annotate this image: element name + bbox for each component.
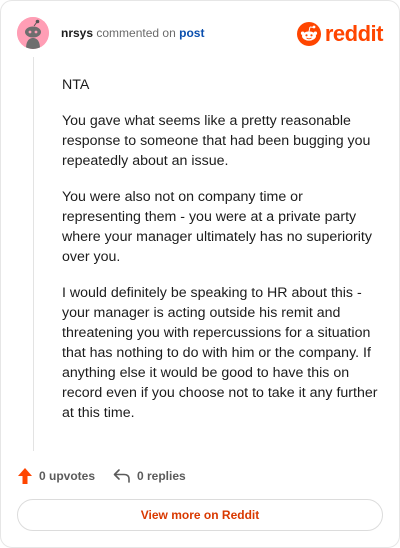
reddit-logo-icon	[296, 22, 321, 46]
thread-line	[33, 57, 34, 451]
view-more-button[interactable]: View more on Reddit	[17, 499, 383, 531]
user-avatar[interactable]	[17, 17, 49, 49]
comment-paragraph: I would definitely be speaking to HR abo…	[62, 285, 378, 421]
comment-embed-card: nrsys commented on post reddit NTA You g…	[0, 0, 400, 548]
comment-paragraph: You gave what seems like a pretty reason…	[62, 113, 371, 169]
reply-arrow-icon	[113, 469, 130, 483]
comment-byline: nrsys commented on post	[61, 26, 204, 40]
comment-body: NTA You gave what seems like a pretty re…	[62, 75, 382, 439]
reddit-brand[interactable]: reddit	[296, 21, 384, 47]
post-link[interactable]: post	[179, 26, 204, 40]
upvote-button[interactable]: 0 upvotes	[17, 465, 95, 487]
comment-paragraph: NTA	[62, 77, 90, 93]
comment-paragraph: You were also not on company time or rep…	[62, 189, 372, 265]
reddit-wordmark: reddit	[324, 21, 384, 46]
snoo-avatar-icon	[17, 17, 49, 49]
comment-header: nrsys commented on post reddit	[17, 17, 384, 49]
comment-actions: 0 upvotes 0 replies	[17, 465, 383, 487]
upvote-arrow-icon	[18, 468, 32, 484]
author-username[interactable]: nrsys	[61, 26, 93, 40]
byline-action: commented on	[96, 26, 176, 40]
upvote-count: 0 upvotes	[39, 469, 96, 483]
reply-button[interactable]: 0 replies	[113, 465, 186, 487]
view-more-label: View more on Reddit	[140, 508, 260, 522]
reply-count: 0 replies	[137, 469, 186, 483]
